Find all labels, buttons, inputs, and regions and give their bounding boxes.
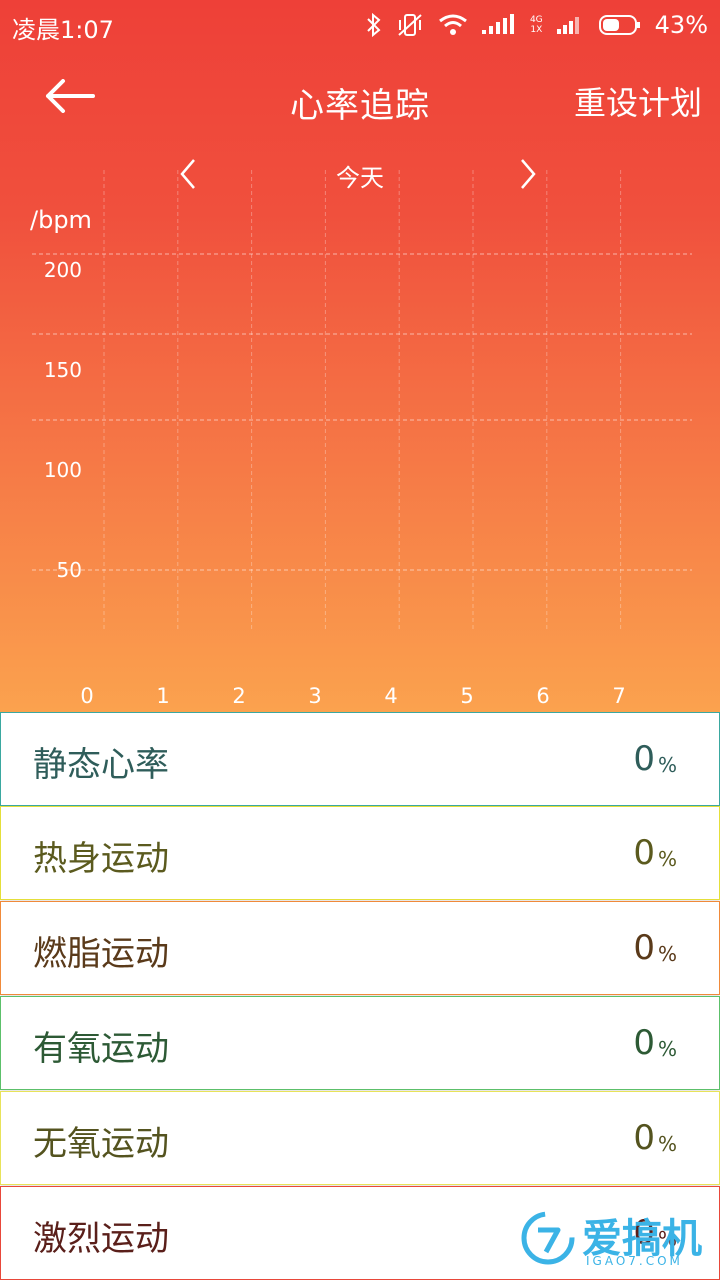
zone-resting[interactable]: 静态心率 0 % [0, 712, 720, 806]
zone-unit: % [657, 847, 677, 871]
zone-name: 热身运动 [33, 839, 169, 879]
x-tick-label: 6 [536, 684, 550, 708]
zone-value: 0 [633, 1023, 655, 1063]
watermark-subtext: IGAO7.COM [586, 1254, 683, 1268]
zone-value: 0 [633, 833, 655, 873]
y-axis-label: /bpm [30, 206, 92, 234]
battery-icon [598, 14, 641, 36]
y-tick-label: 50 [56, 558, 82, 582]
watermark-logo-icon [520, 1210, 576, 1270]
chevron-right-icon [512, 159, 544, 196]
status-bar: 凌晨1:07 4G 1X 43% [0, 0, 720, 50]
toolbar: 心率追踪 重设计划 [0, 60, 720, 140]
zone-value: 0 [633, 928, 655, 968]
zone-name: 燃脂运动 [33, 934, 169, 974]
heart-rate-chart: /bpm 200 150 100 50 0 1 2 3 4 5 6 7 [0, 150, 720, 712]
date-label: 今天 [336, 164, 384, 192]
zone-name: 无氧运动 [33, 1124, 169, 1164]
vibrate-off-icon [396, 12, 424, 38]
zone-fat-burn[interactable]: 燃脂运动 0 % [0, 901, 720, 995]
zone-value: 0 [633, 739, 655, 779]
x-tick-label: 1 [156, 684, 170, 708]
x-tick-label: 3 [308, 684, 322, 708]
hero-panel: 凌晨1:07 4G 1X 43% 心率追踪 重设计划 /bpm 200 150 … [0, 0, 720, 712]
signal-icon-2 [556, 14, 585, 36]
zone-unit: % [657, 1132, 677, 1156]
zone-unit: % [657, 942, 677, 966]
zone-value: 0 [633, 1118, 655, 1158]
bluetooth-icon [366, 12, 382, 38]
zone-name: 有氧运动 [33, 1029, 169, 1069]
zone-aerobic[interactable]: 有氧运动 0 % [0, 996, 720, 1090]
zone-name: 激烈运动 [33, 1219, 169, 1259]
zone-unit: % [657, 1037, 677, 1061]
next-day-button[interactable] [512, 156, 544, 192]
signal-icon-1 [481, 14, 516, 36]
x-tick-label: 7 [612, 684, 626, 708]
network-type-icon: 4G 1X [529, 15, 543, 35]
x-tick-label: 0 [80, 684, 94, 708]
status-time: 凌晨1:07 [12, 16, 114, 44]
y-tick-label: 100 [43, 458, 82, 482]
date-navigator: 今天 [0, 152, 720, 196]
y-tick-label: 200 [43, 258, 82, 282]
reset-plan-button[interactable]: 重设计划 [574, 78, 702, 124]
y-tick-label: 150 [43, 358, 82, 382]
chart-grid [32, 170, 692, 630]
zone-unit: % [657, 753, 677, 777]
x-tick-label: 5 [460, 684, 474, 708]
watermark: 爱搞机 IGAO7.COM [520, 1204, 710, 1274]
battery-percent: 43% [654, 11, 708, 39]
zone-anaerobic[interactable]: 无氧运动 0 % [0, 1091, 720, 1185]
wifi-icon [438, 13, 468, 37]
zone-warmup[interactable]: 热身运动 0 % [0, 806, 720, 900]
zone-name: 静态心率 [33, 745, 169, 785]
x-tick-label: 2 [232, 684, 246, 708]
x-tick-label: 4 [384, 684, 398, 708]
